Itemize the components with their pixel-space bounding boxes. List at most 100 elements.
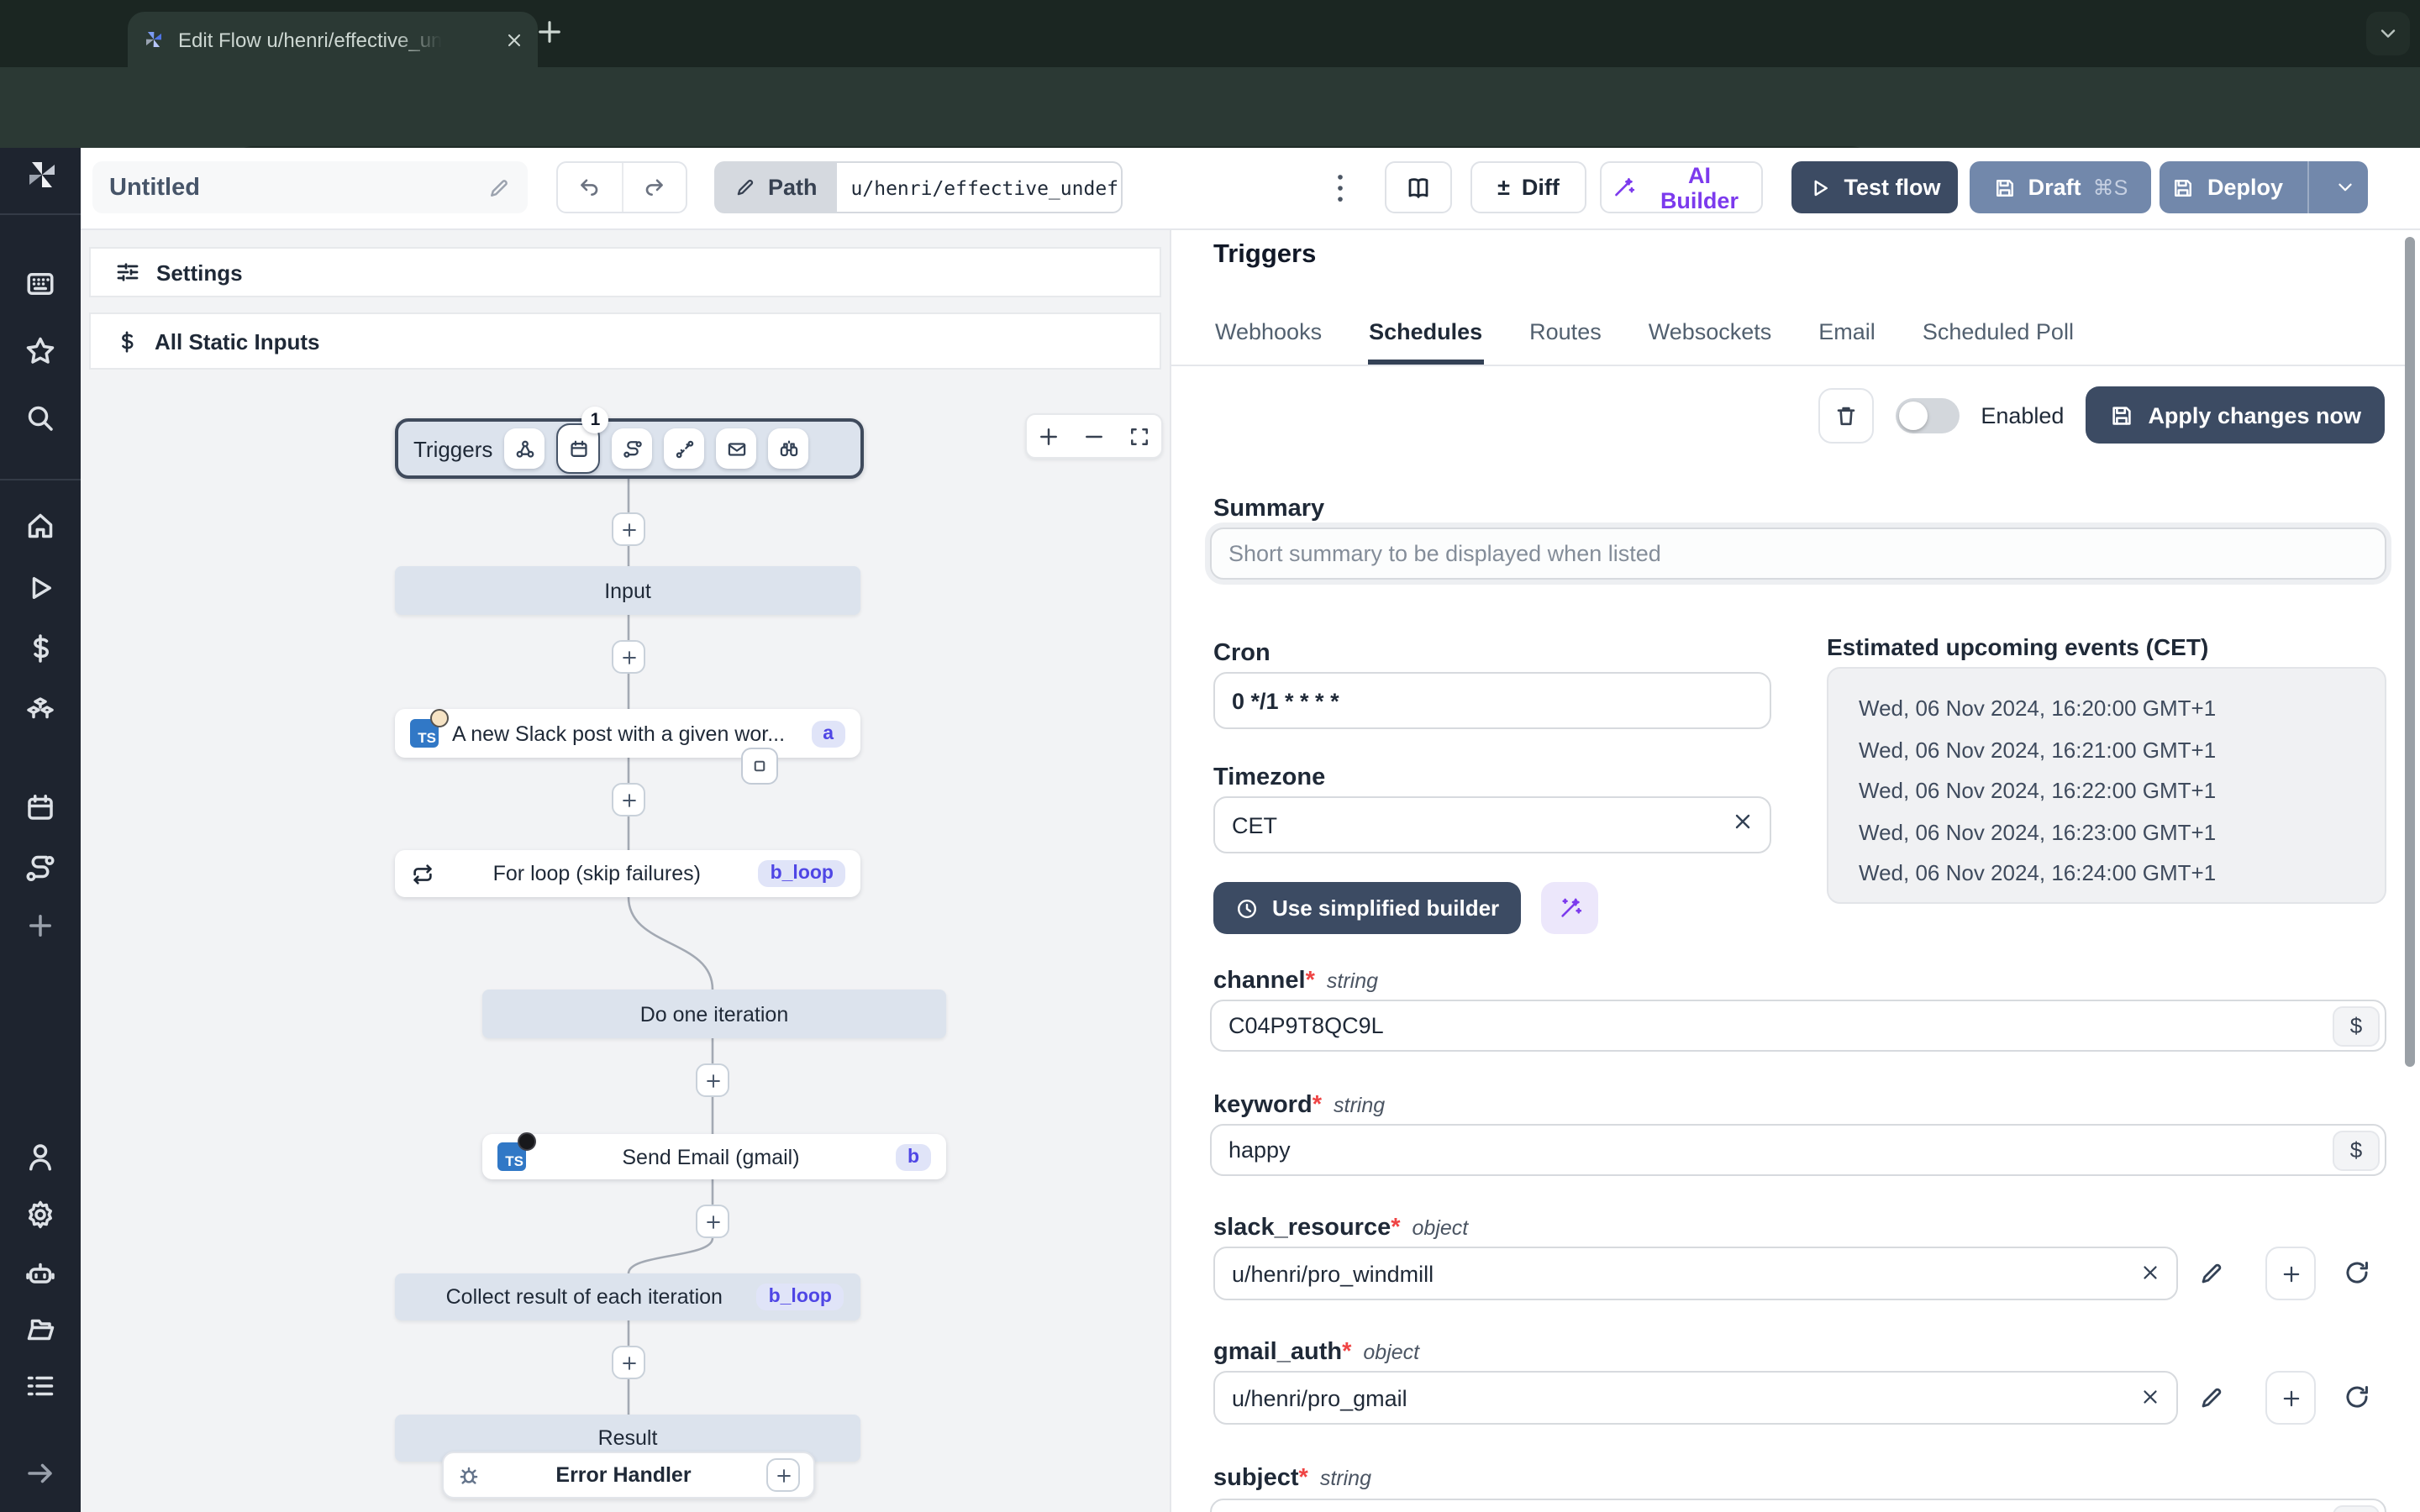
add-error-handler-button[interactable]: [766, 1458, 800, 1492]
triggers-node[interactable]: Triggers 1: [395, 407, 864, 479]
insert-variable-button[interactable]: $: [2333, 1005, 2380, 1046]
edit-resource-pencil-icon[interactable]: [2198, 1384, 2225, 1411]
forloop-step-node[interactable]: For loop (skip failures) b_loop: [395, 850, 860, 897]
insert-variable-button[interactable]: $: [2333, 1130, 2380, 1170]
early-stop-icon[interactable]: [741, 748, 778, 785]
new-tab-button[interactable]: [534, 17, 565, 47]
zoom-in-icon[interactable]: [1038, 424, 1061, 448]
tab-scheduled-poll[interactable]: Scheduled Poll: [1921, 309, 2075, 365]
flows-route-icon[interactable]: [24, 852, 57, 885]
insert-variable-button[interactable]: $: [2333, 1504, 2380, 1512]
summary-input[interactable]: [1210, 528, 2386, 580]
settings-gear-icon[interactable]: [24, 1198, 57, 1231]
path-button[interactable]: Path: [714, 161, 838, 213]
zoom-out-icon[interactable]: [1082, 424, 1106, 448]
app-sidebar: [0, 148, 81, 1512]
redo-button[interactable]: [623, 163, 686, 212]
refresh-resource-icon[interactable]: [2343, 1383, 2371, 1411]
flow-name-field[interactable]: Untitled: [92, 161, 528, 213]
folders-icon[interactable]: [24, 1312, 57, 1346]
tab-close-icon[interactable]: [504, 29, 524, 50]
deploy-button[interactable]: Deploy: [2160, 175, 2296, 200]
tab-email[interactable]: Email: [1817, 309, 1877, 365]
search-icon[interactable]: [24, 402, 57, 435]
diff-button[interactable]: ± Diff: [1470, 161, 1586, 213]
subject-input[interactable]: [1210, 1499, 2386, 1512]
sidebar-divider: [0, 479, 81, 480]
window-chevron-button[interactable]: [2366, 12, 2410, 55]
schedule-controls-row: Enabled Apply changes now: [1818, 386, 2385, 444]
ai-builder-button[interactable]: AI Builder: [1600, 161, 1763, 213]
insert-step-button[interactable]: [612, 640, 645, 674]
apps-icon[interactable]: [24, 267, 57, 301]
add-resource-button[interactable]: [2265, 1247, 2316, 1300]
panel-scrollbar[interactable]: [2405, 237, 2415, 1067]
slack-resource-input[interactable]: [1213, 1247, 2178, 1300]
clear-timezone-icon[interactable]: [1731, 810, 1754, 833]
path-label: Path: [768, 175, 818, 200]
add-plus-icon[interactable]: [24, 909, 57, 942]
tab-websockets[interactable]: Websockets: [1647, 309, 1774, 365]
browser-tab[interactable]: Edit Flow u/henri/effective_un: [128, 12, 538, 67]
insert-step-button[interactable]: [612, 512, 645, 546]
insert-step-button[interactable]: [612, 1346, 645, 1379]
add-resource-button[interactable]: [2265, 1371, 2316, 1425]
panel-title: Triggers: [1213, 240, 1317, 269]
enabled-label: Enabled: [1981, 402, 2065, 428]
schedules-calendar-icon[interactable]: [24, 791, 57, 825]
edit-resource-pencil-icon[interactable]: [2198, 1260, 2225, 1287]
favorites-star-icon[interactable]: [24, 334, 57, 368]
error-handler-node[interactable]: Error Handler: [442, 1452, 815, 1499]
insert-step-button[interactable]: [696, 1063, 729, 1097]
summary-label: Summary: [1213, 496, 1325, 522]
workers-bot-icon[interactable]: [24, 1257, 57, 1290]
more-options-kebab-icon[interactable]: [1328, 168, 1353, 208]
do-one-iteration-node[interactable]: Do one iteration: [482, 990, 946, 1038]
docs-book-button[interactable]: [1385, 161, 1452, 213]
websocket-trigger-icon[interactable]: [664, 428, 705, 469]
enabled-toggle[interactable]: [1895, 397, 1960, 433]
insert-step-button[interactable]: [696, 1205, 729, 1238]
apply-changes-button[interactable]: Apply changes now: [2086, 386, 2385, 444]
home-icon[interactable]: [24, 509, 57, 543]
resources-boxes-icon[interactable]: [24, 692, 57, 726]
windmill-logo[interactable]: [22, 155, 62, 195]
user-icon[interactable]: [24, 1141, 57, 1174]
send-email-step-node[interactable]: TS Send Email (gmail) b: [482, 1132, 946, 1179]
gmail-auth-input[interactable]: [1213, 1371, 2178, 1425]
expand-arrow-icon[interactable]: [24, 1457, 57, 1490]
fit-view-icon[interactable]: [1127, 424, 1150, 448]
draft-button[interactable]: Draft ⌘S: [1970, 161, 2151, 213]
keyword-input[interactable]: [1210, 1124, 2386, 1176]
clear-resource-icon[interactable]: [2139, 1386, 2161, 1408]
runs-play-icon[interactable]: [24, 571, 57, 605]
schedule-trigger-icon[interactable]: 1: [556, 407, 609, 474]
ai-cron-wand-button[interactable]: [1541, 882, 1599, 934]
input-node[interactable]: Input: [395, 566, 860, 615]
email-trigger-icon[interactable]: [716, 428, 757, 469]
test-flow-button[interactable]: Test flow: [1791, 161, 1958, 213]
typescript-icon: TS: [410, 709, 449, 748]
refresh-resource-icon[interactable]: [2343, 1258, 2371, 1287]
tab-routes[interactable]: Routes: [1528, 309, 1603, 365]
simplified-builder-button[interactable]: Use simplified builder: [1213, 882, 1522, 934]
timezone-input[interactable]: [1213, 796, 1771, 853]
tab-webhooks[interactable]: Webhooks: [1213, 309, 1323, 365]
slack-step-node[interactable]: TS A new Slack post with a given wor... …: [395, 709, 860, 758]
undo-button[interactable]: [558, 163, 623, 212]
clear-resource-icon[interactable]: [2139, 1262, 2161, 1284]
collect-result-node[interactable]: Collect result of each iteration b_loop: [395, 1273, 860, 1320]
cron-input[interactable]: [1213, 672, 1771, 729]
path-input[interactable]: u/henri/effective_undef: [837, 161, 1123, 213]
edit-pencil-icon[interactable]: [487, 176, 511, 199]
deploy-dropdown-button[interactable]: [2321, 176, 2368, 198]
delete-schedule-button[interactable]: [1818, 387, 1874, 443]
insert-step-button[interactable]: [612, 783, 645, 816]
routes-trigger-icon[interactable]: [612, 428, 653, 469]
channel-input[interactable]: [1210, 1000, 2386, 1052]
webhook-trigger-icon[interactable]: [504, 428, 545, 469]
variables-dollar-icon[interactable]: [24, 632, 57, 665]
tab-schedules[interactable]: Schedules: [1367, 309, 1485, 365]
logs-list-icon[interactable]: [24, 1369, 57, 1403]
scheduled-poll-trigger-icon[interactable]: [768, 428, 809, 469]
